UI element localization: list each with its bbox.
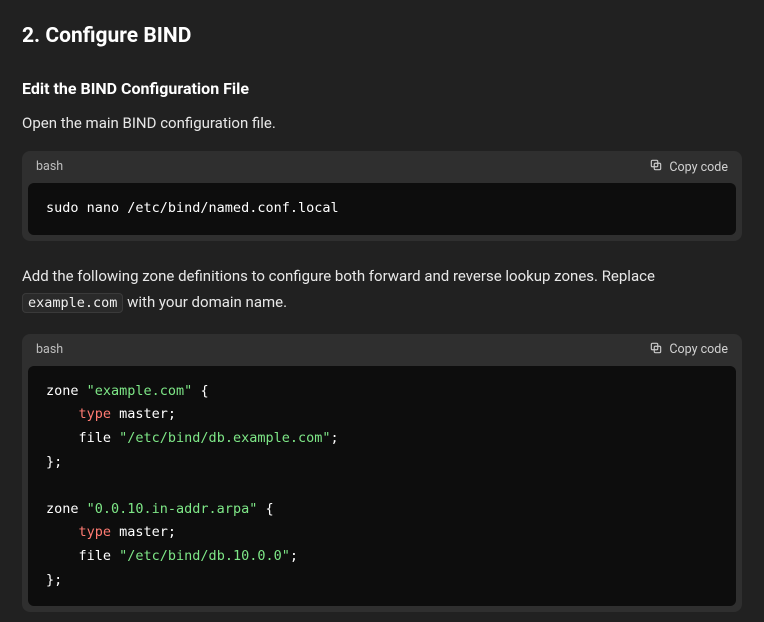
code-language-label: bash xyxy=(36,340,63,360)
subsection-heading: Edit the BIND Configuration File xyxy=(22,76,742,102)
code-language-label: bash xyxy=(36,157,63,177)
copy-label: Copy code xyxy=(669,160,728,175)
copy-code-button[interactable]: Copy code xyxy=(649,341,728,359)
code-block-1: bash Copy code sudo nano /etc/bind/named… xyxy=(22,151,742,241)
paragraph-text: Add the following zone definitions to co… xyxy=(22,267,655,285)
intro-paragraph: Open the main BIND configuration file. xyxy=(22,111,742,135)
copy-icon xyxy=(649,158,663,176)
code-header: bash Copy code xyxy=(22,151,742,183)
code-block-2: bash Copy code zone "example.com" { type… xyxy=(22,334,742,613)
code-header: bash Copy code xyxy=(22,334,742,366)
zones-paragraph: Add the following zone definitions to co… xyxy=(22,263,742,316)
code-body: sudo nano /etc/bind/named.conf.local xyxy=(28,183,736,235)
copy-label: Copy code xyxy=(669,342,728,357)
inline-code: example.com xyxy=(22,293,123,313)
section-heading: 2. Configure BIND xyxy=(22,20,742,54)
paragraph-text: with your domain name. xyxy=(123,293,287,311)
copy-code-button[interactable]: Copy code xyxy=(649,158,728,176)
code-body: zone "example.com" { type master; file "… xyxy=(28,366,736,607)
copy-icon xyxy=(649,341,663,359)
